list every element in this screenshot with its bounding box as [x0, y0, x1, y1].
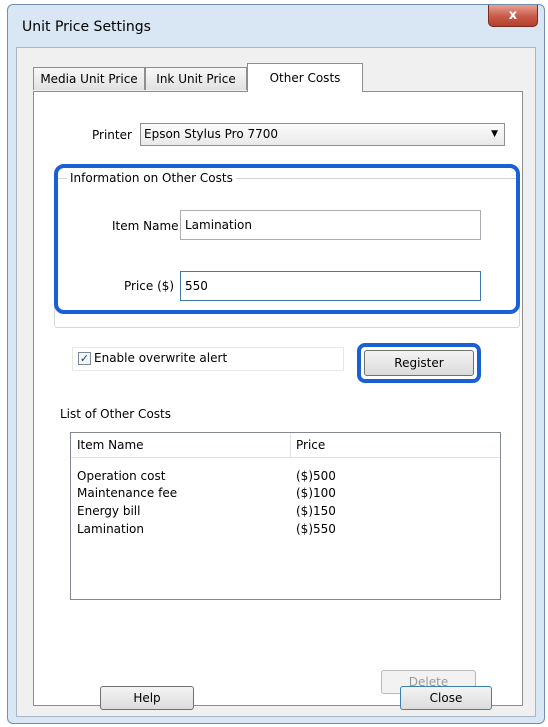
other-costs-panel: Printer Epson Stylus Pro 7700 ▼ Informat…	[33, 91, 523, 706]
row-price: ($)100	[296, 486, 336, 500]
check-icon[interactable]: ✓	[78, 352, 91, 365]
column-price[interactable]: Price	[296, 438, 325, 452]
chevron-down-icon: ▼	[491, 129, 498, 139]
dialog-client: Media Unit Price Ink Unit Price Other Co…	[16, 47, 536, 717]
printer-select[interactable]: Epson Stylus Pro 7700 ▼	[140, 123, 505, 146]
tab-other-costs[interactable]: Other Costs	[247, 63, 363, 92]
register-button[interactable]: Register	[364, 350, 474, 376]
list-title: List of Other Costs	[60, 407, 171, 421]
info-highlight-frame	[54, 164, 520, 314]
row-item-name: Maintenance fee	[77, 486, 178, 500]
tab-media-unit-price[interactable]: Media Unit Price	[33, 67, 145, 90]
window-title: Unit Price Settings	[22, 19, 151, 35]
title-bar[interactable]: Unit Price Settings x	[8, 5, 544, 47]
row-price: ($)550	[296, 522, 336, 536]
row-item-name: Operation cost	[77, 469, 166, 483]
row-price: ($)500	[296, 469, 336, 483]
column-item-name[interactable]: Item Name	[77, 438, 144, 452]
tab-ink-unit-price[interactable]: Ink Unit Price	[145, 67, 247, 90]
list-row[interactable]: Energy bill ($)150	[71, 502, 500, 520]
list-header: Item Name Price	[71, 433, 500, 458]
close-icon[interactable]: x	[488, 5, 538, 27]
list-row[interactable]: Lamination ($)550	[71, 520, 500, 538]
printer-select-value: Epson Stylus Pro 7700	[144, 127, 279, 141]
other-costs-list[interactable]: Item Name Price Operation cost ($)500 Ma…	[70, 432, 501, 600]
column-divider	[290, 433, 291, 457]
list-row[interactable]: Operation cost ($)500	[71, 467, 500, 485]
printer-label: Printer	[92, 128, 132, 142]
overwrite-alert-label: Enable overwrite alert	[94, 351, 228, 365]
close-button[interactable]: Close	[400, 686, 492, 710]
row-item-name: Energy bill	[77, 504, 141, 518]
dialog-window: Unit Price Settings x Media Unit Price I…	[7, 4, 545, 724]
overwrite-alert-row[interactable]: ✓ Enable overwrite alert	[72, 347, 344, 371]
list-row[interactable]: Maintenance fee ($)100	[71, 484, 500, 502]
help-button[interactable]: Help	[100, 686, 194, 710]
row-item-name: Lamination	[77, 522, 145, 536]
row-price: ($)150	[296, 504, 336, 518]
